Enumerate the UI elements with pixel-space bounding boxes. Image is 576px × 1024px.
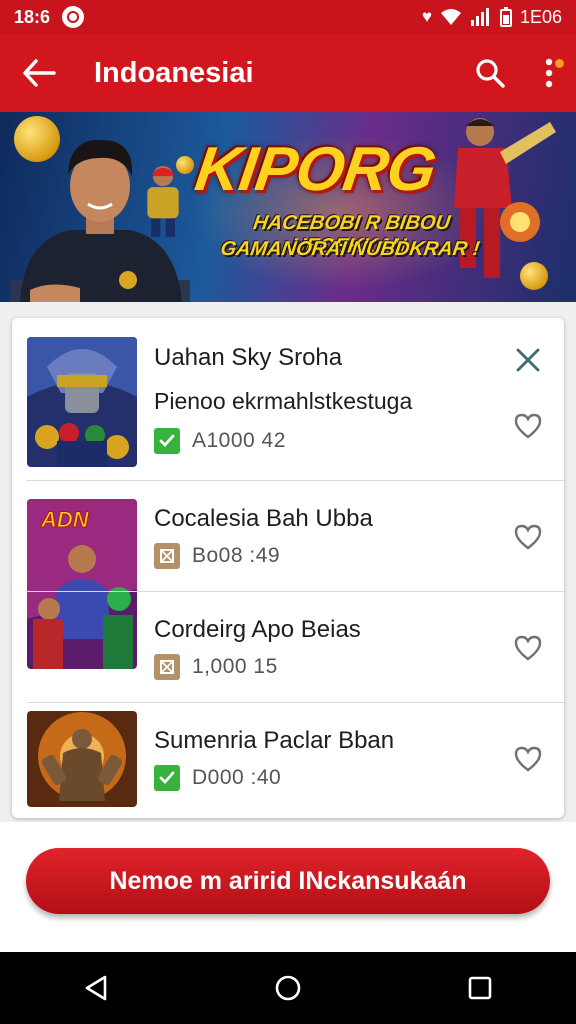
game-meta: 1,000 15 <box>154 654 278 680</box>
status-bar: 18:6 ♥ 1E06 <box>0 0 576 34</box>
app-bar-actions <box>458 41 576 105</box>
favorite-button[interactable] <box>510 741 546 777</box>
status-icons: ♥ 1E06 <box>422 7 562 28</box>
banner-headline: KIPORG <box>191 135 440 204</box>
favorite-button[interactable] <box>510 408 546 444</box>
arrow-left-icon <box>23 59 56 87</box>
close-icon <box>516 348 540 372</box>
game-meta-text: Bo08 :49 <box>192 544 281 567</box>
check-icon <box>154 428 180 454</box>
system-nav-bar <box>0 952 576 1024</box>
banner-tagline-2: GAMANORAI NUBDKRAR ! <box>219 238 482 260</box>
signal-icon <box>470 8 489 26</box>
page-title: Indoanesiai <box>94 56 254 89</box>
remove-button[interactable] <box>510 342 546 378</box>
game-meta-text: A1000 42 <box>192 429 286 452</box>
check-icon <box>154 765 180 791</box>
game-title: Sumenria Paclar Bban <box>154 727 395 754</box>
nav-back-button[interactable] <box>66 958 126 1018</box>
game-list-card: Uahan Sky Sroha Pienoo ekrmahlstkestuga … <box>12 318 564 818</box>
game-title: Cordeirg Apo Beias <box>154 616 361 643</box>
list-item[interactable]: ADN Cocalesia Bah Ubba Bo08 :49 <box>12 481 564 669</box>
heart-icon <box>514 635 542 661</box>
nav-back-icon <box>85 975 107 1001</box>
more-vertical-icon <box>545 58 553 88</box>
game-meta: Bo08 :49 <box>154 543 280 569</box>
game-title: Cocalesia Bah Ubba <box>154 505 373 532</box>
list-item[interactable]: Cordeirg Apo Beias 1,000 15 <box>12 592 564 702</box>
battery-icon <box>499 7 512 27</box>
nav-recents-button[interactable] <box>450 958 510 1018</box>
notification-app-icon <box>62 6 85 28</box>
status-time: 18:6 <box>14 6 51 27</box>
back-button[interactable] <box>0 34 78 112</box>
game-meta: D000 :40 <box>154 765 281 791</box>
heart-icon: ♥ <box>421 7 432 26</box>
heart-icon <box>514 413 542 439</box>
game-meta-text: 1,000 15 <box>192 655 278 678</box>
game-thumbnail <box>27 337 137 467</box>
status-right-text: 1E06 <box>519 6 562 27</box>
favorite-button[interactable] <box>510 630 546 666</box>
heart-icon <box>514 746 542 772</box>
promo-banner[interactable]: KIPORG HACEBOBI R BIBOU UEOEKKAN GAMANOR… <box>0 112 576 302</box>
bottom-panel: Nemoe m aririd INckansukaán <box>0 822 576 952</box>
favorite-button[interactable] <box>510 519 546 555</box>
more-button[interactable] <box>522 41 576 105</box>
player-figure-right <box>454 118 556 278</box>
game-thumbnail <box>27 711 137 807</box>
game-meta-text: D000 :40 <box>192 766 282 789</box>
list-item[interactable]: Sumenria Paclar Bban D000 :40 <box>12 703 564 818</box>
box-icon <box>154 543 180 569</box>
game-meta: A1000 42 <box>154 428 286 454</box>
search-button[interactable] <box>458 41 522 105</box>
heart-icon <box>514 524 542 550</box>
nav-home-button[interactable] <box>258 958 318 1018</box>
game-subtitle: Pienoo ekrmahlstkestuga <box>154 388 413 414</box>
wifi-icon <box>440 9 461 25</box>
primary-action-button[interactable]: Nemoe m aririd INckansukaán <box>26 848 550 914</box>
notification-badge <box>555 59 564 68</box>
nav-recents-icon <box>468 976 492 1000</box>
search-icon <box>476 59 505 88</box>
game-title: Uahan Sky Sroha <box>154 344 343 371</box>
app-bar: Indoanesiai <box>0 34 576 112</box>
nav-home-icon <box>275 975 301 1001</box>
box-icon <box>154 654 180 680</box>
list-item[interactable]: Uahan Sky Sroha Pienoo ekrmahlstkestuga … <box>12 318 564 480</box>
thumbnail-badge: ADN <box>40 507 90 532</box>
player-figure-left <box>147 165 179 237</box>
